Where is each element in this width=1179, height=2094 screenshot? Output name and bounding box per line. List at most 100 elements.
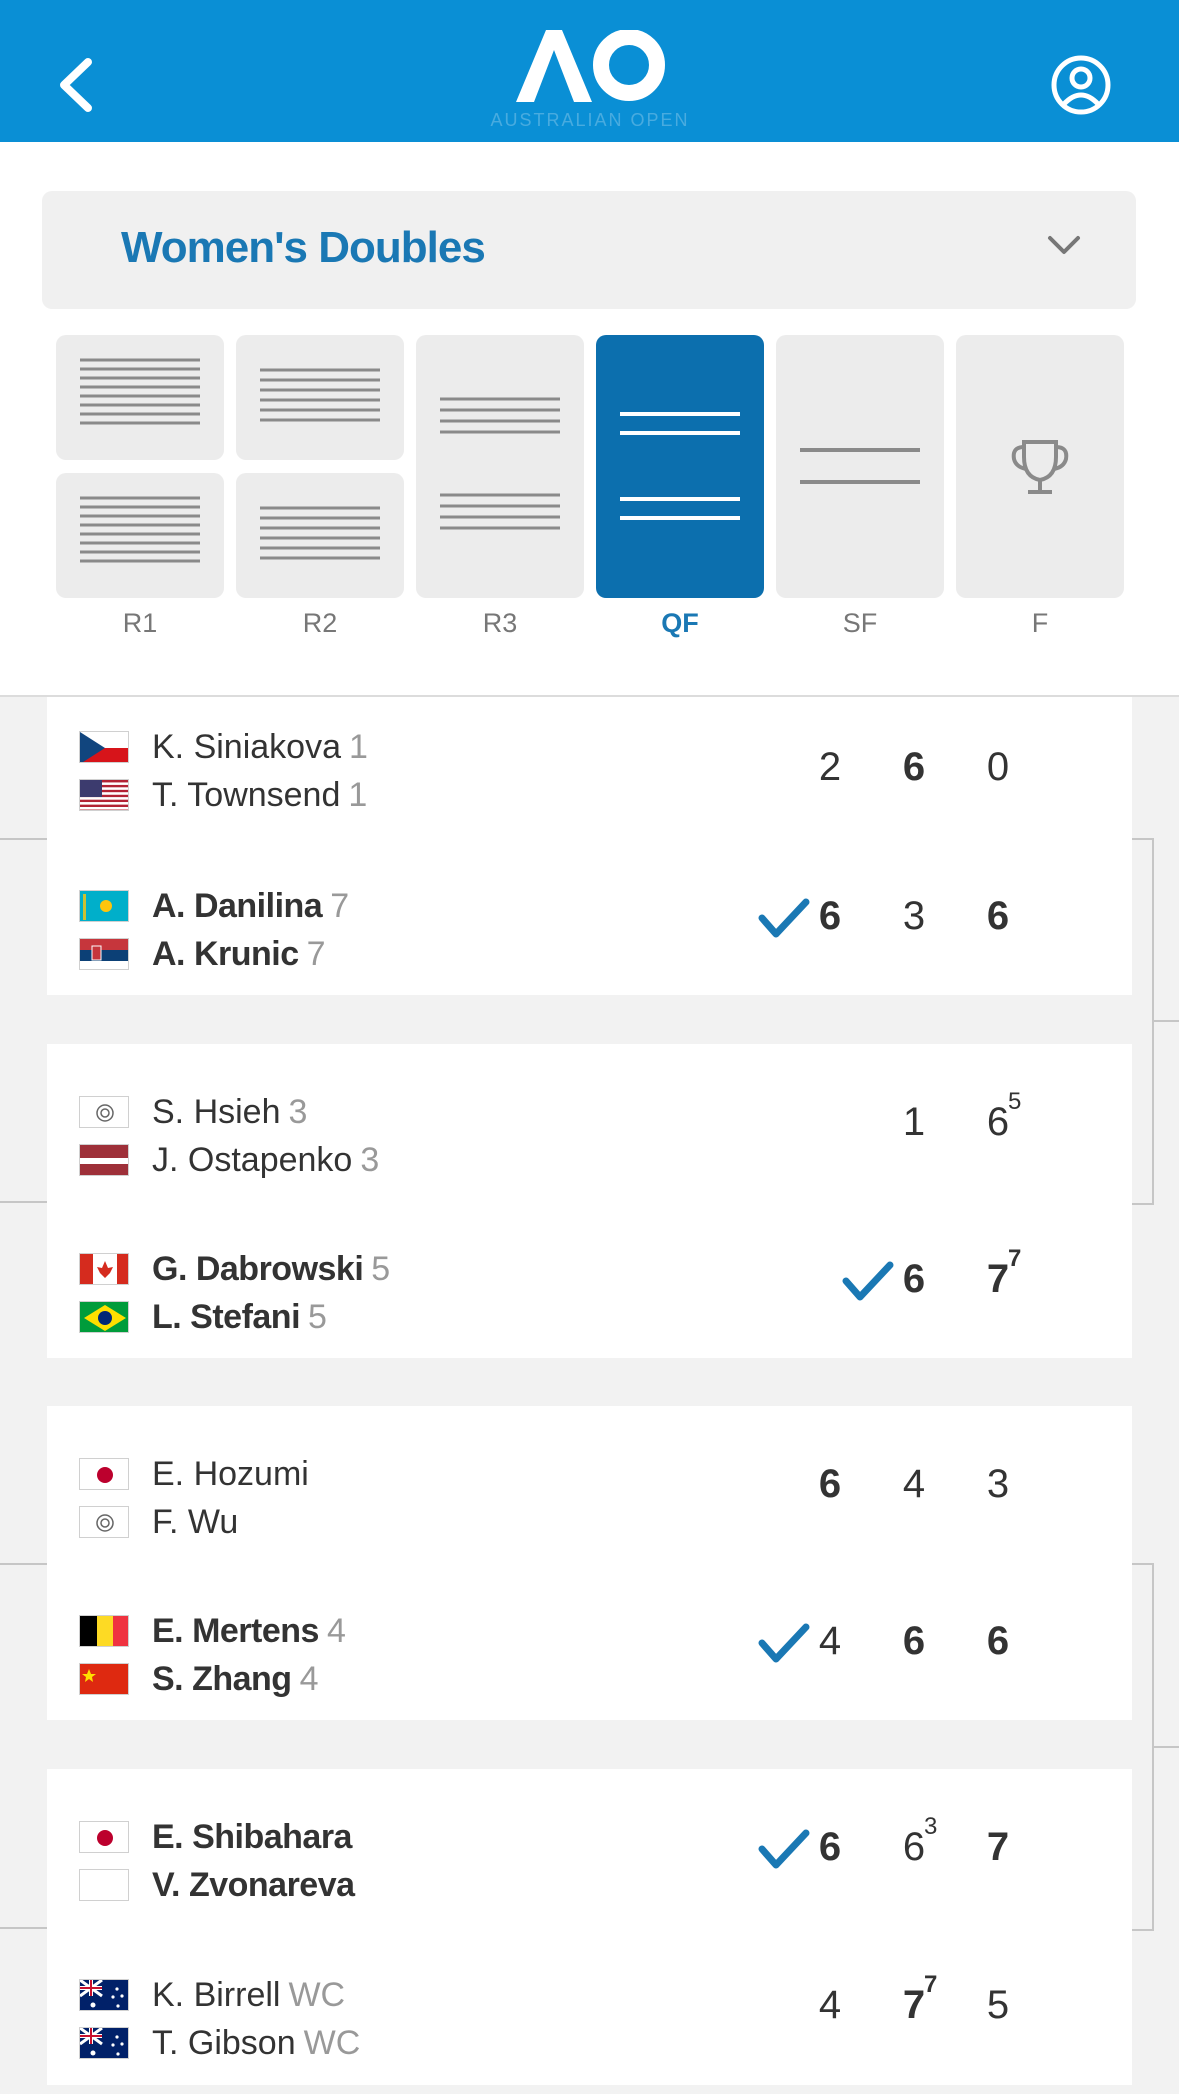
round-thumbnail [596, 335, 764, 598]
match-card[interactable]: K. Siniakova 1 T. Townsend 1 2 6 0 [47, 697, 1132, 840]
player-name: T. Gibson WC [152, 2024, 361, 2062]
round-thumbnail [56, 473, 224, 598]
event-select-value: Women's Doubles [121, 223, 486, 272]
set-score: 1 [902, 1100, 926, 1144]
player-name: G. Dabrowski 5 [152, 1250, 390, 1288]
flag-jpn-icon [79, 1458, 129, 1490]
bracket-line [0, 838, 47, 840]
match-card[interactable]: K. Birrell WC T. Gibson WC 4 7 7 5 [47, 1927, 1132, 2085]
player-name: S. Zhang 4 [152, 1660, 319, 1698]
round-thumbnail [956, 335, 1124, 598]
flag-kaz-icon [79, 890, 129, 922]
set-score: 3 [986, 1462, 1010, 1506]
round-tab-r1[interactable] [56, 335, 224, 598]
bracket-line [0, 1927, 47, 1929]
match-card[interactable]: E. Hozumi F. Wu 6 4 3 [47, 1406, 1132, 1565]
bracket-connector [1132, 838, 1154, 1205]
round-tab-f[interactable] [956, 335, 1124, 598]
player-seed: 1 [348, 776, 368, 814]
player-seed: 3 [288, 1093, 308, 1131]
match-card[interactable]: E. Mertens 4 S. Zhang 4 4 6 6 [47, 1563, 1132, 1720]
round-tab-sf[interactable] [776, 335, 944, 598]
event-select[interactable]: Women's Doubles [42, 191, 1136, 309]
round-tab-r2[interactable] [236, 335, 404, 598]
round-tab-label: QF [661, 608, 699, 638]
flag-aus-icon [79, 1979, 129, 2011]
player-name: K. Birrell WC [152, 1976, 346, 2014]
trophy-icon [1011, 440, 1069, 494]
player-seed: 1 [349, 728, 368, 766]
bracket-line [1152, 1020, 1179, 1022]
logo-subtext: AUSTRALIAN OPEN [490, 110, 690, 130]
match-card[interactable]: S. Hsieh 3 J. Ostapenko 3 1 6 5 [47, 1044, 1132, 1203]
flag-aus-icon [79, 2027, 129, 2059]
user-circle-icon [1051, 55, 1111, 115]
bracket-line [1152, 1746, 1179, 1748]
player-seed: 7 [306, 935, 326, 973]
flag-srb-icon [79, 938, 129, 970]
match-card[interactable]: G. Dabrowski 5 L. Stefani 5 6 7 7 [47, 1201, 1132, 1358]
set-score: 6 [986, 1619, 1010, 1663]
round-tab-label: R3 [482, 608, 518, 638]
set-score: 7 [986, 1825, 1010, 1869]
player-name: E. Mertens 4 [152, 1612, 346, 1650]
round-thumbnail [416, 335, 584, 598]
set-score: 6 [902, 1619, 926, 1663]
set-score: 2 [818, 745, 842, 789]
player-name: S. Hsieh 3 [152, 1093, 308, 1131]
winner-check-icon [842, 1259, 894, 1303]
winner-check-icon [758, 896, 810, 940]
set-score: 0 [986, 745, 1010, 789]
chevron-left-icon [60, 58, 92, 112]
player-name: E. Shibahara [152, 1818, 352, 1856]
flag-tpe-icon [79, 1096, 129, 1128]
round-tab-r3[interactable] [416, 335, 584, 598]
account-button[interactable] [1050, 54, 1112, 116]
match-card[interactable]: E. Shibahara V. Zvonareva 6 6 3 7 [47, 1769, 1132, 1929]
player-name: V. Zvonareva [152, 1866, 355, 1904]
round-tab-label: R2 [302, 608, 338, 638]
match-card[interactable]: A. Danilina 7 A. Krunic 7 6 3 6 [47, 838, 1132, 995]
player-name: J. Ostapenko 3 [152, 1141, 380, 1179]
player-seed: 4 [326, 1612, 346, 1650]
set-score: 6 [902, 745, 926, 789]
flag-bra-icon [79, 1301, 129, 1333]
round-tab-label: F [1031, 608, 1049, 638]
set-score: 4 [818, 1983, 842, 2027]
bracket-connector [1132, 1563, 1154, 1931]
tiebreak-score: 7 [1008, 1245, 1022, 1272]
set-score: 3 [902, 894, 926, 938]
player-seed: 5 [308, 1298, 327, 1336]
winner-check-icon [758, 1827, 810, 1871]
round-thumbnail [236, 473, 404, 598]
player-name: K. Siniakova 1 [152, 728, 368, 766]
player-seed: 5 [371, 1250, 390, 1288]
flag-bel-icon [79, 1615, 129, 1647]
round-tab-qf[interactable] [596, 335, 764, 598]
player-name: T. Townsend 1 [152, 776, 368, 814]
flag-chn-icon [79, 1663, 129, 1695]
player-name: E. Hozumi [152, 1455, 309, 1493]
flag-lat-icon [79, 1144, 129, 1176]
tiebreak-score: 5 [1008, 1088, 1022, 1115]
back-button[interactable] [52, 50, 112, 120]
flag-can-icon [79, 1253, 129, 1285]
round-thumbnail [56, 335, 224, 460]
round-tab-label: SF [842, 608, 878, 638]
flag-jpn-icon [79, 1821, 129, 1853]
chevron-down-icon [1048, 236, 1080, 254]
bracket-line [0, 1563, 47, 1565]
set-score: 5 [986, 1983, 1010, 2027]
player-name: L. Stefani 5 [152, 1298, 327, 1336]
set-score: 6 [818, 1462, 842, 1506]
player-name: A. Krunic 7 [152, 935, 326, 973]
flag-blank-icon [79, 1869, 129, 1901]
player-seed: 3 [360, 1141, 380, 1179]
player-seed: WC [288, 1976, 346, 2014]
round-thumbnail [236, 335, 404, 460]
player-seed: 4 [299, 1660, 319, 1698]
round-tab-label: R1 [122, 608, 158, 638]
ao-logo [516, 29, 666, 102]
player-seed: WC [303, 2024, 361, 2062]
winner-check-icon [758, 1621, 810, 1665]
